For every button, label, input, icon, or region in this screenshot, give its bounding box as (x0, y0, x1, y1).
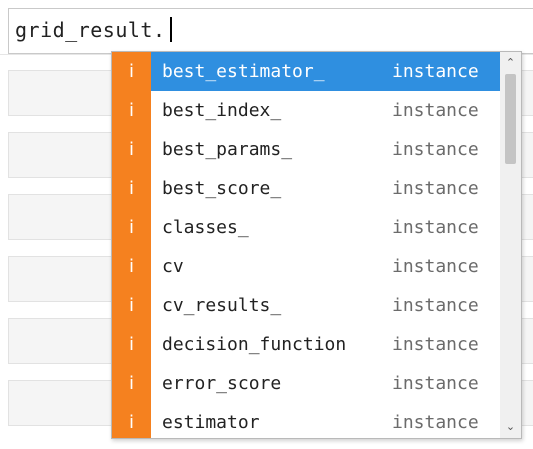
completion-item[interactable]: i best_estimator_ instance (112, 52, 500, 91)
completion-name: best_estimator_ (162, 61, 325, 82)
instance-kind-icon: i (128, 178, 134, 199)
chevron-up-icon[interactable]: ⌃ (500, 54, 521, 72)
code-editor-line: grid_result. (0, 0, 533, 55)
completion-item[interactable]: i best_index_ instance (112, 91, 500, 130)
scrollbar-thumb[interactable] (505, 74, 516, 164)
completion-name: cv (162, 256, 184, 277)
completion-name: classes_ (162, 217, 249, 238)
completion-item[interactable]: i error_score instance (112, 364, 500, 403)
completion-type: instance (392, 334, 479, 355)
background-cell-edge (522, 256, 533, 302)
instance-kind-icon: i (128, 61, 134, 82)
background-cell (8, 256, 112, 302)
completion-item[interactable]: i cv_results_ instance (112, 286, 500, 325)
background-cell-edge (522, 380, 533, 426)
completion-item[interactable]: i estimator instance (112, 403, 500, 442)
completion-name: error_score (162, 373, 282, 394)
instance-kind-icon: i (128, 139, 134, 160)
background-cell (8, 194, 112, 240)
background-cell-edge (522, 318, 533, 364)
instance-kind-icon: i (128, 412, 134, 433)
instance-kind-icon: i (128, 334, 134, 355)
completion-item[interactable]: i cv instance (112, 247, 500, 286)
completion-type: instance (392, 100, 479, 121)
completion-type: instance (392, 295, 479, 316)
instance-kind-icon: i (128, 100, 134, 121)
completion-name: decision_function (162, 334, 347, 355)
completion-type: instance (392, 178, 479, 199)
completion-item[interactable]: i best_params_ instance (112, 130, 500, 169)
completion-type: instance (392, 217, 479, 238)
code-text: grid_result. (15, 18, 166, 42)
completion-type: instance (392, 61, 479, 82)
completion-item[interactable]: i decision_function instance (112, 325, 500, 364)
background-cell (8, 380, 112, 426)
background-cell-edge (522, 132, 533, 178)
instance-kind-icon: i (128, 217, 134, 238)
popup-scrollbar[interactable]: ⌃ ⌄ (500, 52, 521, 438)
completion-type: instance (392, 256, 479, 277)
background-cell (8, 132, 112, 178)
completion-name: best_index_ (162, 100, 282, 121)
completion-type: instance (392, 373, 479, 394)
completion-item[interactable]: i classes_ instance (112, 208, 500, 247)
text-caret (169, 17, 172, 42)
completion-type: instance (392, 412, 479, 433)
background-cell-edge (522, 194, 533, 240)
completion-name: best_params_ (162, 139, 293, 160)
background-cell (8, 70, 112, 116)
completion-type: instance (392, 139, 479, 160)
instance-kind-icon: i (128, 256, 134, 277)
code-input[interactable]: grid_result. (15, 16, 172, 44)
instance-kind-icon: i (128, 373, 134, 394)
background-cell (8, 318, 112, 364)
instance-kind-icon: i (128, 295, 134, 316)
completion-name: cv_results_ (162, 295, 282, 316)
completion-item[interactable]: i best_score_ instance (112, 169, 500, 208)
completion-name: estimator (162, 412, 260, 433)
background-cell-edge (522, 70, 533, 116)
autocomplete-popup: i best_estimator_ instance i best_index_ inst… (111, 51, 522, 439)
chevron-down-icon[interactable]: ⌄ (500, 418, 521, 436)
completion-name: best_score_ (162, 178, 282, 199)
